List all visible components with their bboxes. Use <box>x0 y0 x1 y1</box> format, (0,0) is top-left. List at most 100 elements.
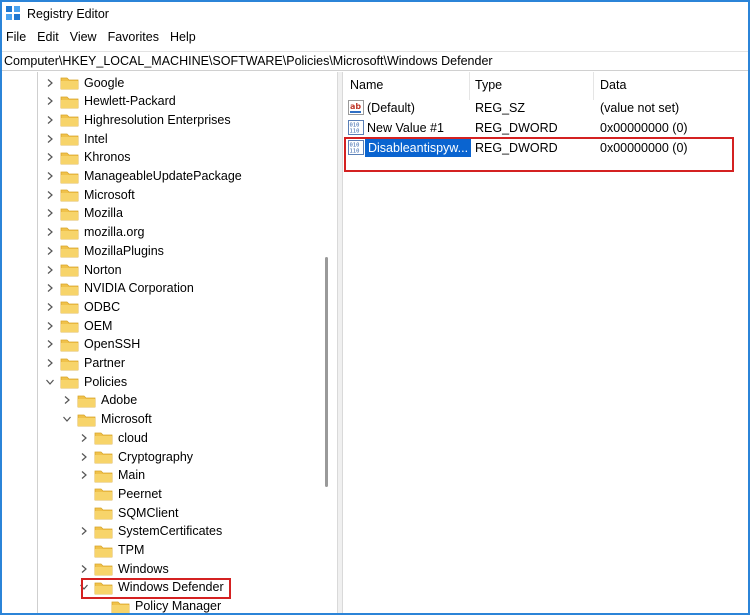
folder-icon <box>94 561 113 576</box>
tree-item-mozillaplugins[interactable]: MozillaPlugins <box>44 241 164 260</box>
chevron-right-icon[interactable] <box>44 205 56 221</box>
chevron-right-icon[interactable] <box>61 392 73 408</box>
tree-item-openssh[interactable]: OpenSSH <box>44 335 140 354</box>
chevron-right-icon[interactable] <box>44 355 56 371</box>
value-row-new-value[interactable]: 010 110 New Value #1 REG_DWORD 0x0000000… <box>343 118 748 138</box>
column-separator[interactable] <box>469 72 470 100</box>
folder-icon <box>77 412 96 427</box>
values-list-pane[interactable]: Name Type Data ab (Default) REG_SZ (valu… <box>343 72 748 613</box>
tree-item-label: Adobe <box>101 393 138 408</box>
chevron-right-icon[interactable] <box>44 299 56 315</box>
folder-icon <box>60 187 79 202</box>
column-separator[interactable] <box>593 72 594 100</box>
chevron-right-icon[interactable] <box>44 75 56 91</box>
string-value-icon: ab <box>348 100 364 115</box>
tree-item-hewlett-packard[interactable]: Hewlett-Packard <box>44 92 176 111</box>
tree-item-manageableupdatepackage[interactable]: ManageableUpdatePackage <box>44 167 242 186</box>
tree-item-microsoft[interactable]: Microsoft <box>61 410 152 429</box>
tree-scrollbar-thumb[interactable] <box>325 257 328 487</box>
tree-item-adobe[interactable]: Adobe <box>61 391 137 410</box>
chevron-right-icon[interactable] <box>44 243 56 259</box>
folder-icon <box>60 318 79 333</box>
registry-editor-window: Registry Editor File Edit View Favorites… <box>0 0 750 615</box>
tree-item-label: Norton <box>84 262 122 277</box>
tree-item-label: MozillaPlugins <box>84 243 164 258</box>
column-header-name[interactable]: Name <box>350 78 383 92</box>
value-type: REG_SZ <box>475 101 526 115</box>
folder-icon <box>60 243 79 258</box>
tree-item-label: Windows <box>118 561 169 576</box>
chevron-right-icon[interactable] <box>44 280 56 296</box>
tree-item-systemcertificates[interactable]: SystemCertificates <box>78 522 222 541</box>
chevron-right-icon[interactable] <box>44 318 56 334</box>
chevron-right-icon[interactable] <box>44 112 56 128</box>
tree-item-peernet[interactable]: Peernet <box>78 484 162 503</box>
svg-text:110: 110 <box>350 129 360 135</box>
folder-icon <box>60 225 79 240</box>
chevron-right-icon[interactable] <box>44 187 56 203</box>
tree-item-microsoft[interactable]: Microsoft <box>44 185 135 204</box>
column-header-data[interactable]: Data <box>600 78 626 92</box>
folder-icon <box>60 299 79 314</box>
menu-help[interactable]: Help <box>166 28 203 48</box>
folder-icon <box>60 75 79 90</box>
chevron-right-icon[interactable] <box>78 561 90 577</box>
tree-item-cloud[interactable]: cloud <box>78 428 148 447</box>
tree-item-nvidia-corporation[interactable]: NVIDIA Corporation <box>44 279 194 298</box>
tree-item-label: Policy Manager <box>135 599 222 614</box>
chevron-right-icon[interactable] <box>44 224 56 240</box>
tree-item-sqmclient[interactable]: SQMClient <box>78 503 178 522</box>
tree-item-odbc[interactable]: ODBC <box>44 297 120 316</box>
tree-item-highresolution-enterprises[interactable]: Highresolution Enterprises <box>44 110 231 129</box>
tree-item-intel[interactable]: Intel <box>44 129 108 148</box>
tree-item-windows[interactable]: Windows <box>78 559 169 578</box>
tree-item-mozilla[interactable]: Mozilla <box>44 204 123 223</box>
tree-item-cryptography[interactable]: Cryptography <box>78 447 193 466</box>
tree-item-label: OpenSSH <box>84 337 141 352</box>
menu-edit[interactable]: Edit <box>33 28 66 48</box>
chevron-right-icon[interactable] <box>44 131 56 147</box>
folder-icon <box>94 449 113 464</box>
tree-scrollbar[interactable] <box>323 72 331 613</box>
folder-icon <box>77 393 96 408</box>
value-data: 0x00000000 (0) <box>600 121 688 135</box>
chevron-right-icon[interactable] <box>44 168 56 184</box>
tree-item-policy-manager[interactable]: Policy Manager <box>95 597 222 614</box>
registry-editor-app-icon <box>6 6 20 20</box>
tree-item-label: Mozilla <box>84 206 123 221</box>
menu-view[interactable]: View <box>66 28 104 48</box>
tree-item-partner[interactable]: Partner <box>44 354 125 373</box>
folder-icon <box>60 206 79 221</box>
address-bar[interactable]: Computer\HKEY_LOCAL_MACHINE\SOFTWARE\Pol… <box>2 51 748 71</box>
chevron-right-icon[interactable] <box>78 449 90 465</box>
tree-item-label: SystemCertificates <box>118 524 223 539</box>
new-value-annotation-box <box>344 137 734 172</box>
tree-item-label: SQMClient <box>118 505 179 520</box>
tree-item-norton[interactable]: Norton <box>44 260 122 279</box>
column-header-type[interactable]: Type <box>475 78 502 92</box>
chevron-right-icon[interactable] <box>78 430 90 446</box>
key-tree-pane[interactable]: Google Hewlett-Packard Highresolution Ente… <box>2 72 337 614</box>
folder-icon <box>94 505 113 520</box>
tree-item-mozilla-org[interactable]: mozilla.org <box>44 223 144 242</box>
tree-item-label: Cryptography <box>118 449 194 464</box>
chevron-right-icon[interactable] <box>78 467 90 483</box>
tree-item-khronos[interactable]: Khronos <box>44 148 131 167</box>
menu-file[interactable]: File <box>2 28 33 48</box>
tree-item-tpm[interactable]: TPM <box>78 541 144 560</box>
chevron-down-icon[interactable] <box>44 374 56 390</box>
chevron-right-icon[interactable] <box>44 262 56 278</box>
value-row-default[interactable]: ab (Default) REG_SZ (value not set) <box>343 98 748 118</box>
tree-item-google[interactable]: Google <box>44 73 124 92</box>
menu-favorites[interactable]: Favorites <box>104 28 166 48</box>
folder-icon <box>94 430 113 445</box>
window-title: Registry Editor <box>27 7 109 21</box>
tree-item-oem[interactable]: OEM <box>44 316 112 335</box>
chevron-right-icon[interactable] <box>44 93 56 109</box>
chevron-right-icon[interactable] <box>44 336 56 352</box>
chevron-down-icon[interactable] <box>61 411 73 427</box>
tree-item-policies[interactable]: Policies <box>44 372 127 391</box>
chevron-right-icon[interactable] <box>44 149 56 165</box>
chevron-right-icon[interactable] <box>78 523 90 539</box>
tree-item-main[interactable]: Main <box>78 466 145 485</box>
